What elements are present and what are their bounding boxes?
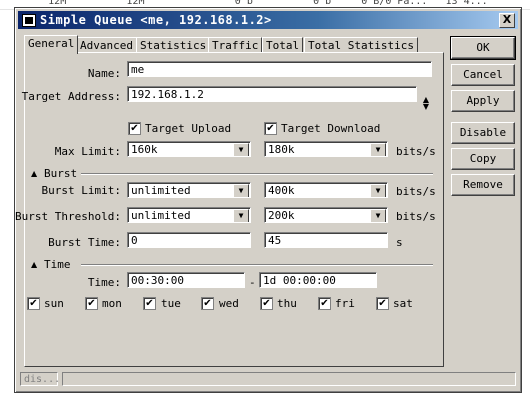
day-fri-label: fri xyxy=(335,297,355,310)
burst-threshold-label: Burst Threshold: xyxy=(15,210,121,223)
max-limit-download-select[interactable]: 180k ▼ xyxy=(264,141,388,157)
time-label: Time: xyxy=(87,276,121,289)
day-wed-label: wed xyxy=(219,297,239,310)
target-address-label: Target Address: xyxy=(21,90,121,103)
max-limit-unit: bits/s xyxy=(396,145,436,158)
max-limit-upload-value: 160k xyxy=(131,143,158,156)
burst-time-upload-input[interactable]: 0 xyxy=(127,232,251,248)
day-sat-checkbox[interactable]: ✔ xyxy=(376,297,389,310)
max-limit-label: Max Limit: xyxy=(54,145,121,158)
target-address-spinner[interactable]: ▲ ▼ xyxy=(420,96,432,112)
day-sun-checkbox[interactable]: ✔ xyxy=(27,297,40,310)
collapse-icon[interactable]: ▲ xyxy=(31,260,37,269)
divider xyxy=(81,173,433,175)
time-section-header[interactable]: ▲ Time xyxy=(31,258,433,271)
disable-button[interactable]: Disable xyxy=(451,122,515,144)
divider xyxy=(81,264,433,266)
time-end-input[interactable]: 1d 00:00:00 xyxy=(259,272,377,288)
cancel-button[interactable]: Cancel xyxy=(451,64,515,86)
window-title: Simple Queue <me, 192.168.1.2> xyxy=(40,13,272,27)
window-icon xyxy=(22,14,36,27)
day-thu-checkbox[interactable]: ✔ xyxy=(260,297,273,310)
tab-statistics[interactable]: Statistics xyxy=(136,37,211,53)
burst-section-header[interactable]: ▲ Burst xyxy=(31,167,433,180)
name-label: Name: xyxy=(87,67,121,80)
spin-down-icon[interactable]: ▼ xyxy=(420,103,432,111)
simple-queue-dialog: Simple Queue <me, 192.168.1.2> X General… xyxy=(14,7,522,393)
time-section-title: Time xyxy=(44,258,71,271)
burst-time-download-input[interactable]: 45 xyxy=(264,232,388,248)
tab-traffic[interactable]: Traffic xyxy=(208,37,263,53)
burst-threshold-download-value: 200k xyxy=(268,209,295,222)
copy-button[interactable]: Copy xyxy=(451,148,515,170)
day-tue-label: tue xyxy=(161,297,181,310)
chevron-down-icon[interactable]: ▼ xyxy=(370,143,386,156)
status-bar: dis... xyxy=(20,372,516,386)
target-upload-checkbox[interactable]: ✔ xyxy=(128,122,141,135)
chevron-down-icon[interactable]: ▼ xyxy=(370,209,386,222)
burst-threshold-upload-select[interactable]: unlimited ▼ xyxy=(127,207,251,223)
apply-button[interactable]: Apply xyxy=(451,90,515,112)
day-tue-checkbox[interactable]: ✔ xyxy=(143,297,156,310)
tab-total-statistics[interactable]: Total Statistics xyxy=(304,37,418,53)
burst-limit-download-value: 400k xyxy=(268,184,295,197)
ok-button[interactable]: OK xyxy=(450,36,516,60)
max-limit-upload-select[interactable]: 160k ▼ xyxy=(127,141,251,157)
status-state: dis... xyxy=(20,372,60,386)
day-sun-label: sun xyxy=(44,297,64,310)
target-address-input[interactable]: 192.168.1.2 xyxy=(127,86,417,102)
status-message xyxy=(62,372,516,386)
chevron-down-icon[interactable]: ▼ xyxy=(370,184,386,197)
remove-button[interactable]: Remove xyxy=(451,174,515,196)
chevron-down-icon[interactable]: ▼ xyxy=(233,184,249,197)
chevron-down-icon[interactable]: ▼ xyxy=(233,143,249,156)
burst-limit-upload-value: unlimited xyxy=(131,184,191,197)
burst-section-title: Burst xyxy=(44,167,78,180)
burst-threshold-upload-value: unlimited xyxy=(131,209,191,222)
chevron-down-icon[interactable]: ▼ xyxy=(233,209,249,222)
burst-limit-upload-select[interactable]: unlimited ▼ xyxy=(127,182,251,198)
burst-limit-label: Burst Limit: xyxy=(41,184,121,197)
title-bar[interactable]: Simple Queue <me, 192.168.1.2> X xyxy=(18,11,518,29)
tab-total[interactable]: Total xyxy=(262,37,304,53)
burst-time-label: Burst Time: xyxy=(48,236,121,249)
collapse-icon[interactable]: ▲ xyxy=(31,169,37,178)
day-thu-label: thu xyxy=(277,297,297,310)
name-input[interactable]: me xyxy=(127,61,432,77)
burst-threshold-download-select[interactable]: 200k ▼ xyxy=(264,207,388,223)
tab-advanced[interactable]: Advanced xyxy=(76,37,137,53)
day-mon-label: mon xyxy=(102,297,122,310)
tab-general[interactable]: General xyxy=(24,35,79,54)
burst-limit-download-select[interactable]: 400k ▼ xyxy=(264,182,388,198)
close-button[interactable]: X xyxy=(499,13,515,28)
day-fri-checkbox[interactable]: ✔ xyxy=(318,297,331,310)
target-download-checkbox[interactable]: ✔ xyxy=(264,122,277,135)
max-limit-download-value: 180k xyxy=(268,143,295,156)
burst-threshold-unit: bits/s xyxy=(396,210,436,223)
day-mon-checkbox[interactable]: ✔ xyxy=(85,297,98,310)
burst-limit-unit: bits/s xyxy=(396,185,436,198)
time-start-input[interactable]: 00:30:00 xyxy=(127,272,245,288)
day-sat-label: sat xyxy=(393,297,413,310)
day-wed-checkbox[interactable]: ✔ xyxy=(201,297,214,310)
burst-time-unit: s xyxy=(396,236,403,249)
target-download-label: Target Download xyxy=(281,122,381,135)
target-upload-label: Target Upload xyxy=(145,122,232,135)
time-separator: - xyxy=(249,276,256,289)
